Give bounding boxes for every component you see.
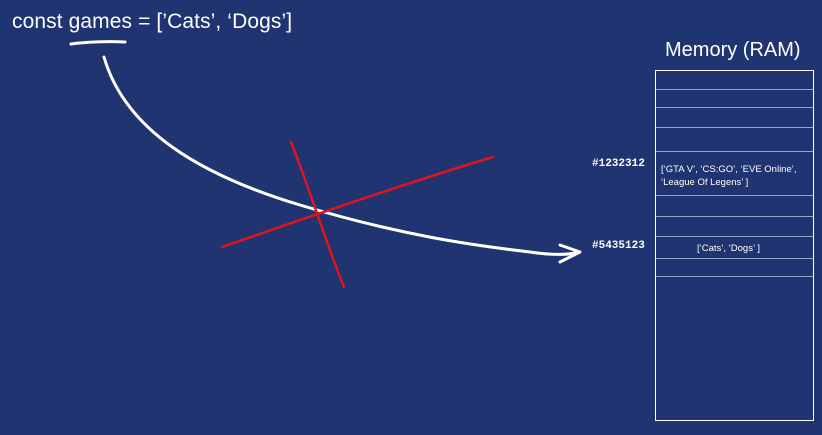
cross-stroke-mark [220, 155, 495, 249]
underline-mark [69, 40, 127, 46]
annotation-overlay [69, 40, 582, 289]
reference-arrow-line [102, 55, 577, 256]
